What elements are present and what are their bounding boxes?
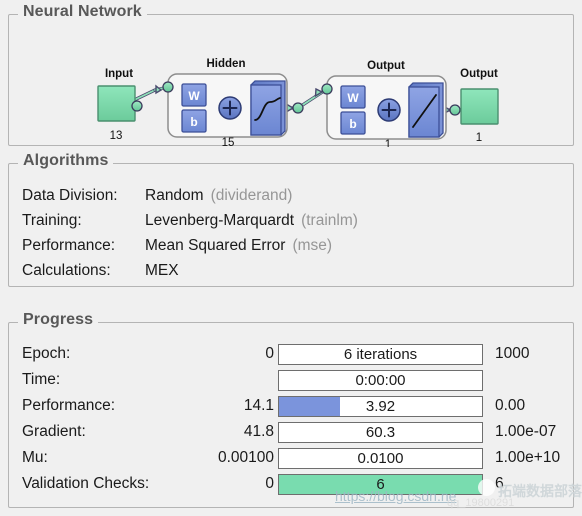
- progress-bar-text: 0:00:00: [355, 371, 406, 389]
- progress-bar-mu: 0.0100: [278, 447, 483, 469]
- svg-text:Output: Output: [460, 68, 498, 80]
- progress-label: Performance:: [22, 397, 116, 414]
- hidden-transfer-block: [250, 80, 286, 136]
- algorithm-row-calculations: Calculations: MEX: [22, 262, 358, 287]
- progress-bar-epoch: 6 iterations: [278, 343, 483, 365]
- output-transfer-block: [408, 82, 444, 138]
- progress-panel-title: Progress: [18, 311, 99, 329]
- progress-label: Gradient:: [22, 423, 86, 440]
- progress-list: Epoch: 0 6 iterations 1000 Time: 0:00:00: [22, 341, 562, 497]
- nn-training-window: Neural Network Input 13 Hidden 15 W b Ou…: [0, 0, 582, 516]
- output-weight-block: W: [340, 85, 366, 109]
- svg-text:1: 1: [476, 132, 482, 144]
- hidden-sum-node: [218, 96, 242, 120]
- progress-min-value: 0: [265, 345, 274, 362]
- progress-max-value: 0.00: [495, 397, 526, 414]
- progress-panel: Progress Epoch: 0 6 iterations 1000 Time…: [8, 311, 574, 508]
- algorithms-panel-title: Algorithms: [18, 152, 114, 170]
- neural-network-panel: Neural Network Input 13 Hidden 15 W b Ou…: [8, 3, 574, 147]
- svg-text:b: b: [190, 115, 197, 129]
- network-architecture-diagram: Input 13 Hidden 15 W b Output 1 W b Outp…: [97, 58, 499, 147]
- progress-max-value: 1.00e+10: [495, 449, 561, 466]
- svg-text:Input: Input: [105, 68, 133, 80]
- progress-max-value: 1000: [495, 345, 530, 362]
- svg-text:15: 15: [222, 137, 235, 147]
- algorithm-function-name: (dividerand): [210, 187, 293, 204]
- progress-bar-text: 6: [376, 475, 385, 493]
- progress-row-validation-checks: Validation Checks: 0 6 6: [22, 471, 562, 497]
- output-block: Output 1: [460, 68, 499, 144]
- algorithm-row-training: Training: Levenberg-Marquardt (trainlm): [22, 212, 358, 237]
- algorithm-row-data-division: Data Division: Random (dividerand): [22, 187, 358, 212]
- algorithm-value: Levenberg-Marquardt: [145, 212, 295, 229]
- progress-max-value: 1.00e-07: [495, 423, 557, 440]
- progress-bar-text: 6 iterations: [343, 345, 418, 363]
- svg-text:Hidden: Hidden: [207, 58, 246, 70]
- svg-text:b: b: [349, 117, 356, 131]
- progress-bar-text: 0.0100: [357, 449, 404, 467]
- svg-text:W: W: [188, 89, 200, 103]
- algorithm-function-name: (trainlm): [301, 212, 358, 229]
- algorithm-value: Random: [145, 187, 204, 204]
- algorithm-function-name: (mse): [292, 237, 333, 254]
- svg-text:1: 1: [385, 139, 391, 147]
- input-block: Input 13: [97, 68, 136, 142]
- algorithms-list: Data Division: Random (dividerand) Train…: [22, 187, 358, 287]
- algorithms-panel: Algorithms Data Division: Random (divide…: [8, 152, 574, 287]
- progress-bar-performance: 3.92: [278, 395, 483, 417]
- output-sum-node: [377, 98, 401, 122]
- progress-row-mu: Mu: 0.00100 0.0100 1.00e+10: [22, 445, 562, 471]
- progress-min-value: 41.8: [243, 423, 274, 440]
- progress-row-time: Time: 0:00:00: [22, 367, 562, 393]
- progress-label: Validation Checks:: [22, 475, 150, 492]
- algorithm-label: Calculations:: [22, 262, 111, 279]
- progress-bar-text: 3.92: [365, 397, 396, 415]
- progress-min-value: 0: [265, 475, 274, 492]
- progress-min-value: 0.00100: [217, 449, 274, 466]
- progress-row-epoch: Epoch: 0 6 iterations 1000: [22, 341, 562, 367]
- algorithm-value: Mean Squared Error: [145, 237, 286, 254]
- progress-bar-gradient: 60.3: [278, 421, 483, 443]
- progress-bar-time: 0:00:00: [278, 369, 483, 391]
- algorithm-value: MEX: [145, 262, 179, 279]
- algorithm-label: Data Division:: [22, 187, 118, 204]
- output-bias-block: b: [340, 111, 366, 135]
- svg-text:13: 13: [110, 130, 123, 142]
- algorithm-label: Performance:: [22, 237, 116, 254]
- algorithm-row-performance: Performance: Mean Squared Error (mse): [22, 237, 358, 262]
- progress-label: Time:: [22, 371, 61, 388]
- hidden-weight-block: W: [181, 83, 207, 107]
- svg-text:Output: Output: [367, 60, 405, 72]
- progress-label: Epoch:: [22, 345, 71, 362]
- progress-bar-text: 60.3: [365, 423, 396, 441]
- algorithm-label: Training:: [22, 212, 82, 229]
- progress-row-gradient: Gradient: 41.8 60.3 1.00e-07: [22, 419, 562, 445]
- progress-label: Mu:: [22, 449, 48, 466]
- progress-row-performance: Performance: 14.1 3.92 0.00: [22, 393, 562, 419]
- progress-max-value: 6: [495, 475, 504, 492]
- progress-bar-validation-checks: 6: [278, 473, 483, 495]
- hidden-bias-block: b: [181, 109, 207, 133]
- progress-min-value: 14.1: [243, 397, 274, 414]
- svg-text:W: W: [347, 91, 359, 105]
